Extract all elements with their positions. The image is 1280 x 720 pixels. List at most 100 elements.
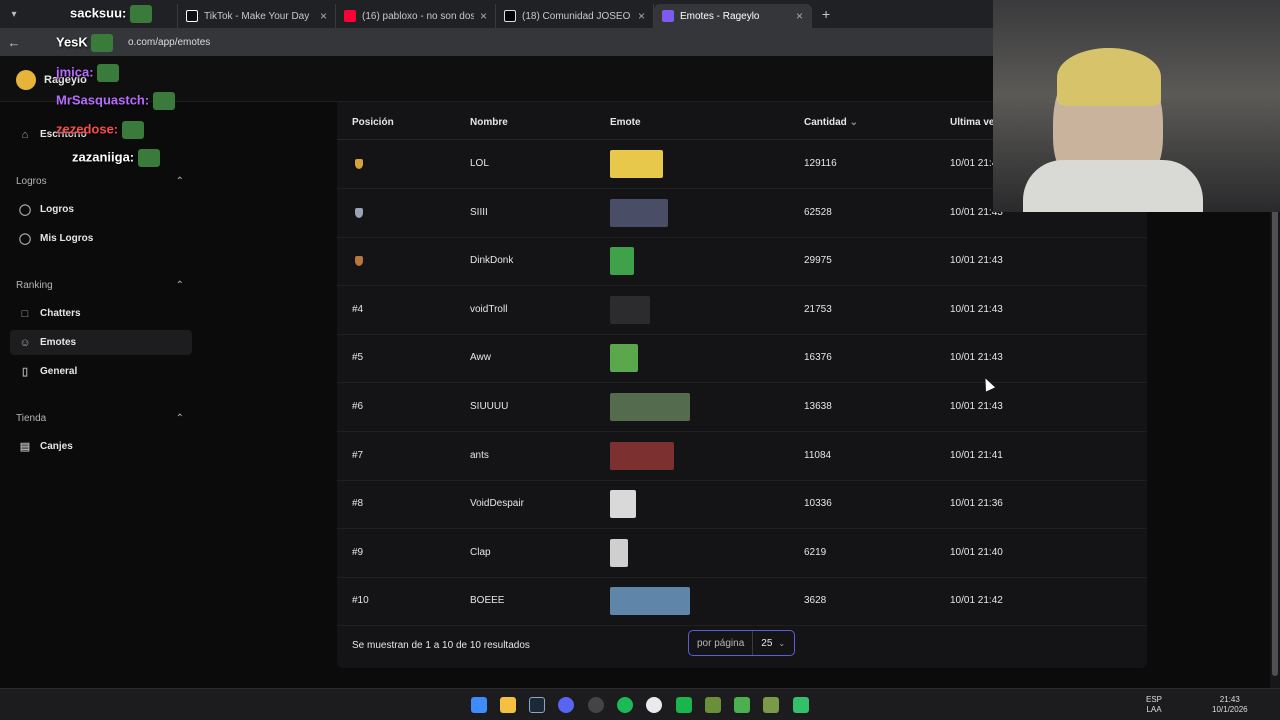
count-cell: 11084 [804,449,832,461]
windows-start-icon[interactable] [471,697,487,713]
close-icon[interactable]: × [320,9,327,23]
section-logros[interactable]: Logros ⌃ [16,176,184,187]
webcam-overlay [993,0,1280,212]
sidebar-item-canjes[interactable]: ▤ Canjes [10,434,192,459]
column-header-emote: Emote [610,117,641,128]
minecraft-icon[interactable] [705,697,721,713]
chat-emote-image [121,121,144,139]
emote-image [610,295,650,324]
position-cell: #5 [352,352,364,364]
emote-image [610,150,663,178]
streamer-beanie [1057,48,1161,106]
close-icon[interactable]: × [480,9,487,23]
sidebar-item-label: Canjes [40,441,73,452]
count-cell: 13638 [804,401,832,412]
chat-emote-image [137,149,160,167]
chevron-up-icon: ⌃ [175,280,184,291]
table-row: #4 voidTroll 21753 10/01 21:43 [337,286,1147,335]
new-tab-icon[interactable]: + [822,6,830,22]
steam-icon[interactable] [529,697,545,713]
emote-image [610,393,690,421]
table-row: #5 Aww 16376 10/01 21:43 [337,334,1147,384]
tab-youtube[interactable]: (16) pabloxo - no son dos f son × [336,4,496,28]
section-title: Logros [16,176,47,187]
windows-taskbar: ESP LAA 21:43 10/1/2026 [0,688,1280,720]
kick-icon[interactable] [676,697,692,713]
language-indicator[interactable]: ESP LAA [1146,695,1162,715]
column-header-cantidad[interactable]: Cantidad ⌄ [804,117,858,128]
sidebar-item-label: Mis Logros [40,233,94,244]
avatar [16,70,36,90]
youtube-icon [344,10,356,22]
name-cell: SIUUUU [470,401,509,412]
sidebar-item-general[interactable]: ▯ General [10,359,192,384]
tab-tiktok[interactable]: TikTok - Make Your Day × [178,4,336,28]
sidebar-item-mis-logros[interactable]: ◯ Mis Logros [10,226,192,251]
sidebar-item-logros[interactable]: ◯ Logros [10,197,192,222]
url-field[interactable]: o.com/app/emotes [128,37,210,48]
per-page-select[interactable]: por página 25 ⌄ [688,630,795,656]
section-tienda[interactable]: Tienda ⌃ [16,413,184,424]
language-code: ESP [1146,695,1163,704]
tab-x-community[interactable]: (18) Comunidad JOSEO EXCLUS × [496,4,654,28]
section-ranking[interactable]: Ranking ⌃ [16,280,184,291]
spotify-icon[interactable] [617,697,633,713]
last-seen-cell: 10/01 21:43 [950,255,1003,267]
last-seen-cell: 10/01 21:41 [950,449,1003,461]
back-arrow-icon[interactable]: ← [0,35,28,50]
emote-image [610,344,638,373]
sidebar-item-chatters[interactable]: □ Chatters [10,301,192,326]
keyboard-layout: LAA [1146,705,1162,714]
file-explorer-icon[interactable] [500,697,516,713]
chat-message: YesK [56,34,114,52]
name-cell: VoidDespair [470,498,524,510]
column-header-label: Cantidad [804,117,847,128]
column-header-ultima-vez: Ultima ve [950,117,995,128]
chevron-down-icon: ⌄ [778,638,786,648]
chrome-icon[interactable] [646,697,662,713]
chat-message: zezedose: [56,121,144,139]
receipt-icon: ▤ [19,441,31,453]
sidebar-item-label: General [40,366,78,377]
app-icon[interactable] [793,697,809,713]
game-icon[interactable] [734,697,750,713]
sidebar-item-emotes[interactable]: ☺ Emotes [10,330,192,355]
emote-image [610,198,668,227]
column-header-nombre: Nombre [470,117,508,128]
tiktok-icon [186,10,198,22]
game-icon[interactable] [763,697,779,713]
scrollbar-thumb[interactable] [1272,206,1278,676]
close-icon[interactable]: × [638,9,645,23]
table-row: #6 SIUUUU 13638 10/01 21:43 [337,383,1147,432]
sort-chevron-icon: ⌄ [849,117,858,128]
tab-search-icon[interactable]: ▾ [0,0,28,28]
name-cell: SIIII [470,206,488,218]
close-icon[interactable]: × [796,9,803,23]
table-row: #9 Clap 6219 10/01 21:40 [337,529,1147,578]
tab-emotes[interactable]: Emotes - Rageylo × [654,4,812,28]
streamer-shirt [1023,160,1203,212]
per-page-value: 25 [761,637,773,649]
chat-message: sacksuu: [70,5,152,23]
chat-username: sacksuu: [70,5,127,21]
count-cell: 16376 [804,352,832,364]
discord-icon[interactable] [558,697,574,713]
chat-message: jmica: [56,64,120,82]
app-icon[interactable] [588,697,604,713]
tab-title: (18) Comunidad JOSEO EXCLUS [522,10,632,22]
tab-title: TikTok - Make Your Day [204,10,310,22]
column-header-posicion: Posición [352,117,394,128]
emote-image [610,247,634,276]
name-cell: ants [470,449,489,461]
count-cell: 62528 [804,206,832,218]
home-icon: ⌂ [21,128,29,141]
name-cell: Clap [470,546,491,558]
sidebar-item-label: Emotes [40,337,77,348]
chat-message: MrSasquastch: [56,92,175,110]
position-cell: #7 [352,449,364,461]
clock[interactable]: 21:43 10/1/2026 [1212,695,1248,715]
clock-time: 21:43 [1219,695,1240,704]
per-page-label: por página [689,631,754,655]
chat-emote-image [152,92,175,110]
last-seen-cell: 10/01 21:43 [950,352,1003,364]
